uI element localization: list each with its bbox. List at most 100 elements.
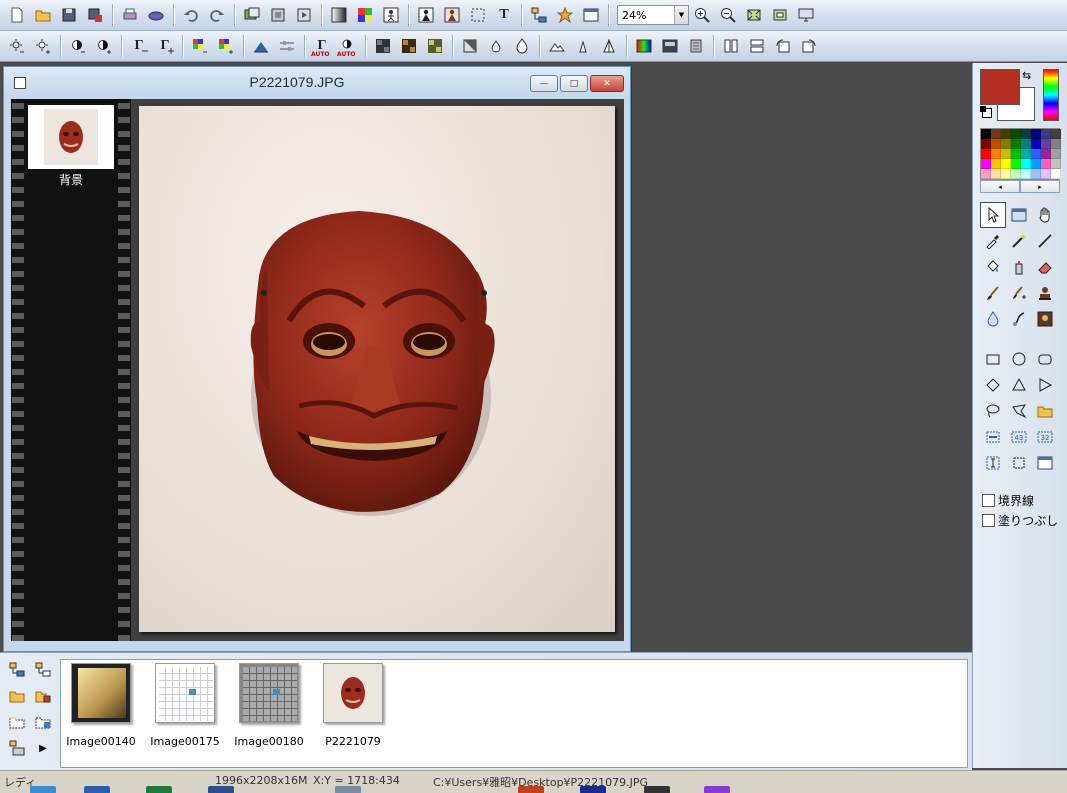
maximize-button[interactable]: □ bbox=[560, 75, 588, 92]
mosaic-small-icon[interactable] bbox=[370, 33, 396, 59]
portrait-tool-icon[interactable] bbox=[1032, 306, 1058, 332]
palette-swatch[interactable] bbox=[1031, 169, 1041, 179]
palette-swatch[interactable] bbox=[1031, 149, 1041, 159]
contrast-down-icon[interactable] bbox=[65, 33, 91, 59]
flip-vertical-icon[interactable] bbox=[744, 33, 770, 59]
image-window-titlebar[interactable]: P2221079.JPG — □ ✕ bbox=[4, 67, 630, 97]
gamma-down-button[interactable]: Γ bbox=[126, 33, 152, 59]
palette-swatch[interactable] bbox=[981, 129, 991, 139]
folder-new-icon[interactable] bbox=[4, 709, 30, 735]
palette-swatch[interactable] bbox=[991, 129, 1001, 139]
zoom-out-icon[interactable] bbox=[715, 2, 741, 28]
flip-horizontal-icon[interactable] bbox=[718, 33, 744, 59]
auto-gamma-button[interactable]: Γ AUTO bbox=[309, 33, 335, 59]
palette-swatch[interactable] bbox=[1041, 139, 1051, 149]
figure-icon[interactable] bbox=[378, 2, 404, 28]
border-checkbox-box[interactable] bbox=[982, 494, 995, 507]
eraser-tool-icon[interactable] bbox=[1032, 254, 1058, 280]
palette-swatch[interactable] bbox=[1041, 159, 1051, 169]
zoom-select[interactable]: 24% ▼ bbox=[617, 5, 689, 25]
palette-swatch[interactable] bbox=[1031, 129, 1041, 139]
palette-swatch[interactable] bbox=[1031, 159, 1041, 169]
palette-swatch[interactable] bbox=[981, 149, 991, 159]
saturation-up-icon[interactable] bbox=[213, 33, 239, 59]
palette-swatch[interactable] bbox=[981, 139, 991, 149]
fill-checkbox[interactable]: 塗りつぶし bbox=[982, 512, 1058, 529]
selection-frame-icon[interactable] bbox=[980, 424, 1006, 450]
blur-large-icon[interactable] bbox=[509, 33, 535, 59]
palette-swatch[interactable] bbox=[1001, 129, 1011, 139]
crop-frame-icon[interactable] bbox=[1006, 450, 1032, 476]
ellipse-shape-icon[interactable] bbox=[1006, 346, 1032, 372]
more-arrow-button[interactable]: ▶ bbox=[30, 735, 56, 761]
taskbar-app-icon[interactable] bbox=[208, 786, 234, 793]
contrast-up-icon[interactable] bbox=[91, 33, 117, 59]
taskbar-app-icon[interactable] bbox=[146, 786, 172, 793]
palette-swatch[interactable] bbox=[1001, 169, 1011, 179]
levels-icon[interactable] bbox=[248, 33, 274, 59]
reset-colors-icon[interactable] bbox=[980, 106, 992, 118]
fill-checkbox-box[interactable] bbox=[982, 514, 995, 527]
thumbnail-item[interactable]: Image00180 bbox=[229, 663, 309, 748]
saturation-down-icon[interactable] bbox=[187, 33, 213, 59]
undo-icon[interactable] bbox=[178, 2, 204, 28]
palette-swatch[interactable] bbox=[991, 159, 1001, 169]
rotate-right-icon[interactable] bbox=[796, 33, 822, 59]
palette-swatch[interactable] bbox=[991, 149, 1001, 159]
hue-slider[interactable] bbox=[1043, 69, 1059, 121]
layer-tree-icon[interactable] bbox=[526, 2, 552, 28]
auto-contrast-button[interactable]: AUTO bbox=[335, 33, 361, 59]
text-tool-icon[interactable]: T bbox=[491, 2, 517, 28]
open-folder-shape-icon[interactable] bbox=[1032, 398, 1058, 424]
selection-rect-icon[interactable] bbox=[465, 2, 491, 28]
lasso-shape-icon[interactable] bbox=[980, 398, 1006, 424]
palette-swatch[interactable] bbox=[1051, 159, 1061, 169]
person-cut-icon[interactable] bbox=[439, 2, 465, 28]
palette-swatch[interactable] bbox=[1021, 129, 1031, 139]
magic-wand-tool-icon[interactable] bbox=[1006, 228, 1032, 254]
effects-icon[interactable] bbox=[552, 2, 578, 28]
window-tool-icon[interactable] bbox=[1006, 202, 1032, 228]
fullscreen-icon[interactable] bbox=[793, 2, 819, 28]
diamond-shape-icon[interactable] bbox=[980, 372, 1006, 398]
palette-swatch[interactable] bbox=[1041, 169, 1051, 179]
palette-swatch[interactable] bbox=[1001, 149, 1011, 159]
palette-swatch[interactable] bbox=[1001, 139, 1011, 149]
canvas-area[interactable] bbox=[131, 99, 624, 641]
foreground-color-swatch[interactable] bbox=[980, 69, 1020, 105]
palette-swatch[interactable] bbox=[1001, 159, 1011, 169]
edge-large-icon[interactable] bbox=[596, 33, 622, 59]
save-icon[interactable] bbox=[56, 2, 82, 28]
blur-small-icon[interactable] bbox=[483, 33, 509, 59]
mosaic-medium-icon[interactable] bbox=[396, 33, 422, 59]
taskbar-app-icon[interactable] bbox=[335, 786, 361, 793]
folder-save-icon[interactable] bbox=[30, 683, 56, 709]
water-drop-tool-icon[interactable] bbox=[980, 306, 1006, 332]
sepia-icon[interactable] bbox=[683, 33, 709, 59]
thumbnail-item[interactable]: P2221079 bbox=[313, 663, 393, 748]
palette-swatch[interactable] bbox=[981, 169, 991, 179]
thumbnail-item[interactable]: Image00175 bbox=[145, 663, 225, 748]
print-icon[interactable] bbox=[117, 2, 143, 28]
folder-open-icon[interactable] bbox=[4, 683, 30, 709]
curves-icon[interactable] bbox=[274, 33, 300, 59]
palette-swatch[interactable] bbox=[981, 159, 991, 169]
palette-swatch[interactable] bbox=[1051, 139, 1061, 149]
color-grid-icon[interactable] bbox=[352, 2, 378, 28]
emboss-icon[interactable] bbox=[544, 33, 570, 59]
eyedropper-tool-icon[interactable] bbox=[980, 228, 1006, 254]
gamma-up-button[interactable]: Γ bbox=[152, 33, 178, 59]
sharpen-icon[interactable] bbox=[457, 33, 483, 59]
folder-copy-icon[interactable] bbox=[30, 709, 56, 735]
palette-swatch[interactable] bbox=[1041, 149, 1051, 159]
window-mode-icon[interactable] bbox=[578, 2, 604, 28]
spray-tool-icon[interactable] bbox=[1006, 254, 1032, 280]
palette-swatch[interactable] bbox=[1011, 169, 1021, 179]
person-select-icon[interactable] bbox=[413, 2, 439, 28]
hand-tool-icon[interactable] bbox=[1032, 202, 1058, 228]
rounded-rect-shape-icon[interactable] bbox=[1032, 346, 1058, 372]
palette-swatch[interactable] bbox=[1011, 159, 1021, 169]
brush-tool-icon[interactable] bbox=[980, 280, 1006, 306]
close-button[interactable]: ✕ bbox=[590, 75, 624, 92]
text-frame-icon[interactable] bbox=[980, 450, 1006, 476]
